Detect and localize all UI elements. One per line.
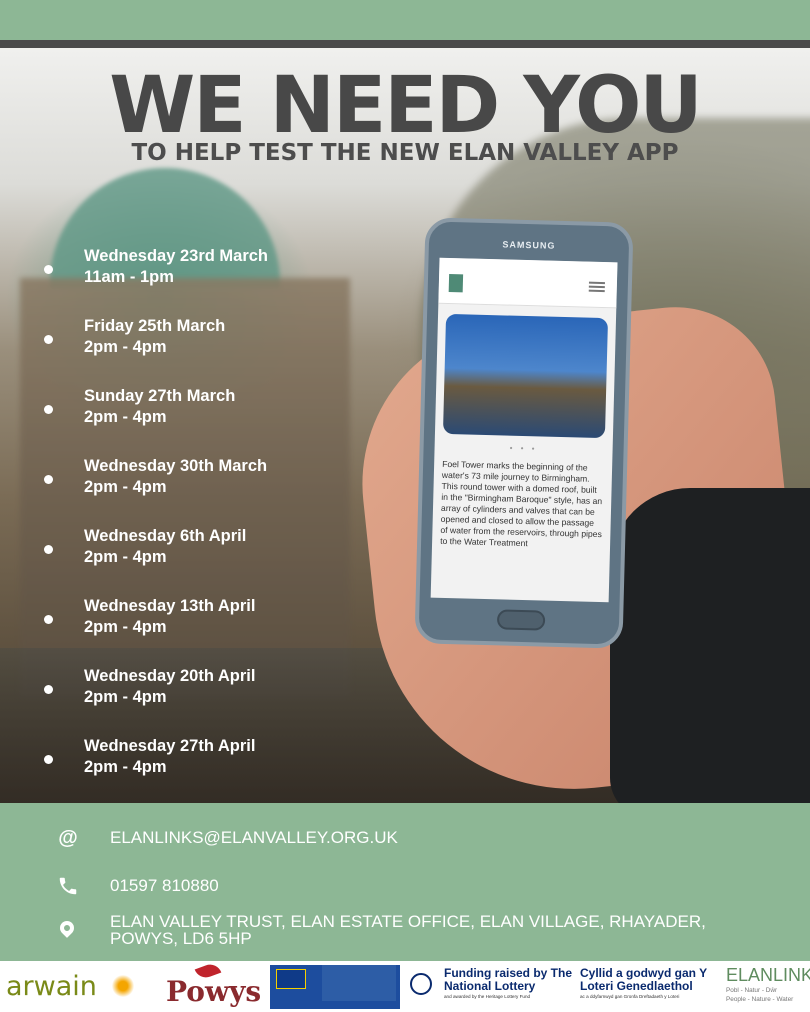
lottery-welsh-logo: Cyllid a godwyd gan Y Loteri Genedlaetho… [580, 967, 720, 1011]
arwain-burst-icon [112, 975, 134, 997]
hero-image: WE NEED YOU TO HELP TEST THE NEW ELAN VA… [0, 48, 810, 803]
email-address: ELANLINKS@ELANVALLEY.ORG.UK [110, 828, 398, 847]
list-item: Wednesday 30th March 2pm - 4pm [44, 456, 344, 526]
phone-screen: • • • Foel Tower marks the beginning of … [430, 257, 618, 603]
date-time: 2pm - 4pm [84, 758, 167, 776]
hamburger-menu-icon [588, 281, 605, 293]
elanlinks-title: ELANLINKS [726, 965, 810, 985]
bullet-icon [44, 405, 53, 414]
phone-number: 01597 810880 [110, 876, 219, 895]
page-subtitle: TO HELP TEST THE NEW ELAN VALLEY APP [131, 140, 679, 166]
postal-address: ELAN VALLEY TRUST, ELAN ESTATE OFFICE, E… [110, 912, 706, 948]
lottery-welsh-sub: ac a ddyfarnwyd gan Gronfa Dreftadaeth y… [580, 994, 680, 999]
date-time: 2pm - 4pm [84, 548, 167, 566]
top-color-bar [0, 0, 810, 40]
app-description: Foel Tower marks the beginning of the wa… [440, 458, 603, 549]
elanlinks-sub-english: People - Nature - Water [726, 996, 794, 1003]
list-item: Sunday 27th March 2pm - 4pm [44, 386, 344, 456]
sponsor-logos: arwain Powys Funding raised by The Natio… [0, 961, 810, 1012]
date-time: 2pm - 4pm [84, 618, 167, 636]
date-time: 2pm - 4pm [84, 408, 167, 426]
date-day: Wednesday 6th April [84, 527, 247, 545]
list-item: Wednesday 27th April 2pm - 4pm [44, 736, 344, 803]
eu-flag-icon [276, 969, 306, 989]
bullet-icon [44, 685, 53, 694]
app-header [438, 257, 618, 309]
app-photo [442, 313, 609, 439]
lottery-english-logo: Funding raised by The National Lottery a… [444, 967, 574, 1011]
date-day: Wednesday 30th March [84, 457, 268, 475]
lottery-english-sub: and awarded by the Heritage Lottery Fund [444, 994, 531, 999]
list-item: Friday 25th March 2pm - 4pm [44, 316, 344, 386]
lottery-crossed-fingers-icon [408, 967, 436, 1005]
list-item: Wednesday 23rd March 11am - 1pm [44, 246, 344, 316]
list-item: Wednesday 13th April 2pm - 4pm [44, 596, 344, 666]
smartphone: SAMSUNG • • • Foel Tower marks the begin… [414, 217, 634, 649]
list-item: Wednesday 6th April 2pm - 4pm [44, 526, 344, 596]
date-time: 11am - 1pm [84, 268, 174, 286]
page-title: WE NEED YOU [109, 61, 703, 151]
bullet-icon [44, 545, 53, 554]
elanlinks-sub-welsh: Pobl - Natur - Dŵr [726, 987, 778, 994]
bullet-icon [44, 265, 53, 274]
list-item: Wednesday 20th April 2pm - 4pm [44, 666, 344, 736]
lottery-welsh-title: Cyllid a godwyd gan Y Loteri Genedlaetho… [580, 966, 707, 993]
home-button [496, 609, 546, 631]
location-pin-icon [56, 918, 80, 943]
bullet-icon [44, 615, 53, 624]
date-day: Friday 25th March [84, 317, 226, 335]
phone-icon [56, 875, 80, 899]
date-day: Sunday 27th March [84, 387, 236, 405]
date-time: 2pm - 4pm [84, 338, 167, 356]
app-logo-icon [448, 273, 464, 293]
welsh-dragon-icon [322, 965, 396, 1001]
date-day: Wednesday 20th April [84, 667, 256, 685]
date-day: Wednesday 27th April [84, 737, 256, 755]
bullet-icon [44, 475, 53, 484]
top-divider [0, 40, 810, 48]
at-icon: @ [58, 827, 78, 849]
lottery-english-title: Funding raised by The National Lottery [444, 966, 573, 993]
phone-brand: SAMSUNG [502, 239, 556, 251]
bullet-icon [44, 755, 53, 764]
jacket-sleeve [610, 488, 810, 803]
arwain-logo: arwain [6, 971, 97, 1002]
date-time: 2pm - 4pm [84, 688, 167, 706]
date-day: Wednesday 13th April [84, 597, 256, 615]
date-day: Wednesday 23rd March [84, 247, 269, 265]
date-time: 2pm - 4pm [84, 478, 167, 496]
bullet-icon [44, 335, 53, 344]
elanlinks-logo: ELANLINKS Pobl - Natur - Dŵr People - Na… [726, 965, 810, 1009]
session-date-list: Wednesday 23rd March 11am - 1pm Friday 2… [44, 246, 344, 803]
contact-section: @ ELANLINKS@ELANVALLEY.ORG.UK 01597 8108… [0, 803, 810, 961]
powys-logo: Powys [166, 975, 262, 1008]
